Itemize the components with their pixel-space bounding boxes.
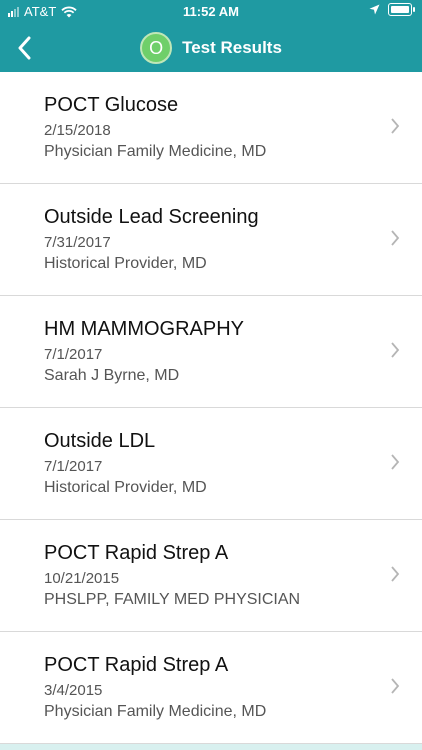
battery-icon [388,3,415,16]
avatar[interactable]: O [140,32,173,64]
bottom-strip [0,744,422,750]
chevron-right-icon [391,118,400,134]
list-item[interactable]: Outside LDL 7/1/2017 Historical Provider… [0,408,422,520]
result-provider: Physician Family Medicine, MD [44,703,267,720]
status-right [369,3,415,16]
result-date: 2/15/2018 [44,122,111,139]
test-results-list: POCT Glucose 2/15/2018 Physician Family … [0,72,422,744]
result-provider: Physician Family Medicine, MD [44,143,267,160]
result-provider: Sarah J Byrne, MD [44,367,180,384]
chevron-right-icon [391,678,400,694]
list-item[interactable]: POCT Rapid Strep A 10/21/2015 PHSLPP, FA… [0,520,422,632]
chevron-right-icon [391,342,400,358]
chevron-right-icon [391,230,400,246]
top-bar: AT&T 11:52 AM O Test Results [0,0,422,72]
result-provider: Historical Provider, MD [44,479,207,496]
result-date: 10/21/2015 [44,570,120,587]
result-provider: Historical Provider, MD [44,255,207,272]
result-date: 7/1/2017 [44,346,103,363]
result-date: 7/1/2017 [44,458,103,475]
result-name: Outside Lead Screening [44,206,259,228]
result-name: POCT Rapid Strep A [44,542,229,564]
chevron-right-icon [391,454,400,470]
result-date: 3/4/2015 [44,682,103,699]
page-title: Test Results [182,38,282,57]
list-item[interactable]: POCT Glucose 2/15/2018 Physician Family … [0,72,422,184]
title-group: O Test Results [0,32,422,64]
list-item[interactable]: HM MAMMOGRAPHY 7/1/2017 Sarah J Byrne, M… [0,296,422,408]
result-name: POCT Rapid Strep A [44,654,229,676]
result-name: HM MAMMOGRAPHY [44,318,244,340]
list-item[interactable]: Outside Lead Screening 7/31/2017 Histori… [0,184,422,296]
result-provider: PHSLPP, FAMILY MED PHYSICIAN [44,591,301,608]
result-name: Outside LDL [44,430,156,452]
result-date: 7/31/2017 [44,234,111,251]
result-name: POCT Glucose [44,94,179,116]
nav-bar: O Test Results [0,24,422,72]
chevron-right-icon [391,566,400,582]
location-arrow-icon [369,4,380,15]
status-bar: AT&T 11:52 AM [0,0,422,24]
list-item[interactable]: POCT Rapid Strep A 3/4/2015 Physician Fa… [0,632,422,744]
status-time: 11:52 AM [183,4,239,19]
